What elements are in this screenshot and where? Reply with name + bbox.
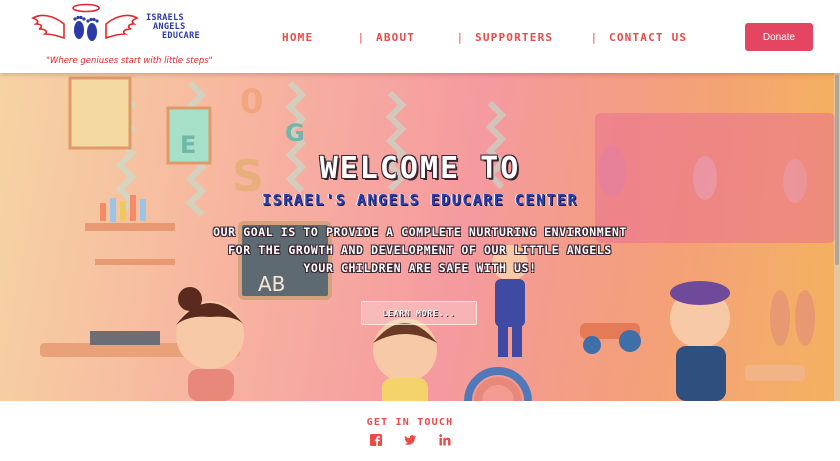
hero-subtitle: ISRAEL'S ANGELS EDUCARE CENTER [262, 191, 578, 209]
nav-separator: | [458, 31, 462, 44]
logo-word: EDUCARE [162, 31, 200, 41]
hero-title: WELCOME TO [319, 151, 521, 186]
angel-feet-logo-icon [31, 3, 139, 41]
donate-button[interactable]: Donate [745, 23, 813, 51]
nav-about[interactable]: ABOUT [376, 31, 415, 44]
site-header: ISRAELS ANGELS EDUCARE "Where geniuses s… [0, 0, 840, 73]
hero-description-line: OUR GOAL IS TO PROVIDE A COMPLETE NURTUR… [213, 225, 627, 257]
logo-tagline: "Where geniuses start with little steps" [46, 56, 213, 66]
nav-contact-us[interactable]: CONTACT US [609, 31, 687, 44]
nav-separator: | [359, 31, 363, 44]
scrollbar[interactable] [834, 73, 840, 401]
nav-supporters[interactable]: SUPPORTERS [475, 31, 553, 44]
nav-home[interactable]: HOME [282, 31, 313, 44]
logo-text: ISRAELS ANGELS EDUCARE [146, 14, 226, 41]
nav-separator: | [592, 31, 596, 44]
hero-description: OUR GOAL IS TO PROVIDE A COMPLETE NURTUR… [210, 223, 630, 277]
scrollbar-thumb[interactable] [835, 75, 839, 265]
letter-decor: 0 [240, 82, 264, 122]
hero-banner: 0 G S E AB WELCOME TO ISRAEL'S ANGELS ED… [0, 73, 840, 401]
twitter-icon[interactable] [404, 433, 417, 445]
hero-safety-line: YOUR CHILDREN ARE SAFE WITH US! [303, 261, 537, 275]
learn-more-button[interactable]: LEARN MORE... [361, 301, 477, 325]
letter-decor: G [285, 119, 305, 147]
page-footer: GET IN TOUCH [0, 401, 840, 461]
facebook-icon[interactable] [370, 433, 382, 446]
linkedin-icon[interactable] [439, 433, 451, 446]
site-logo[interactable]: ISRAELS ANGELS EDUCARE "Where geniuses s… [30, 2, 230, 70]
get-in-touch-heading: GET IN TOUCH [366, 417, 454, 428]
